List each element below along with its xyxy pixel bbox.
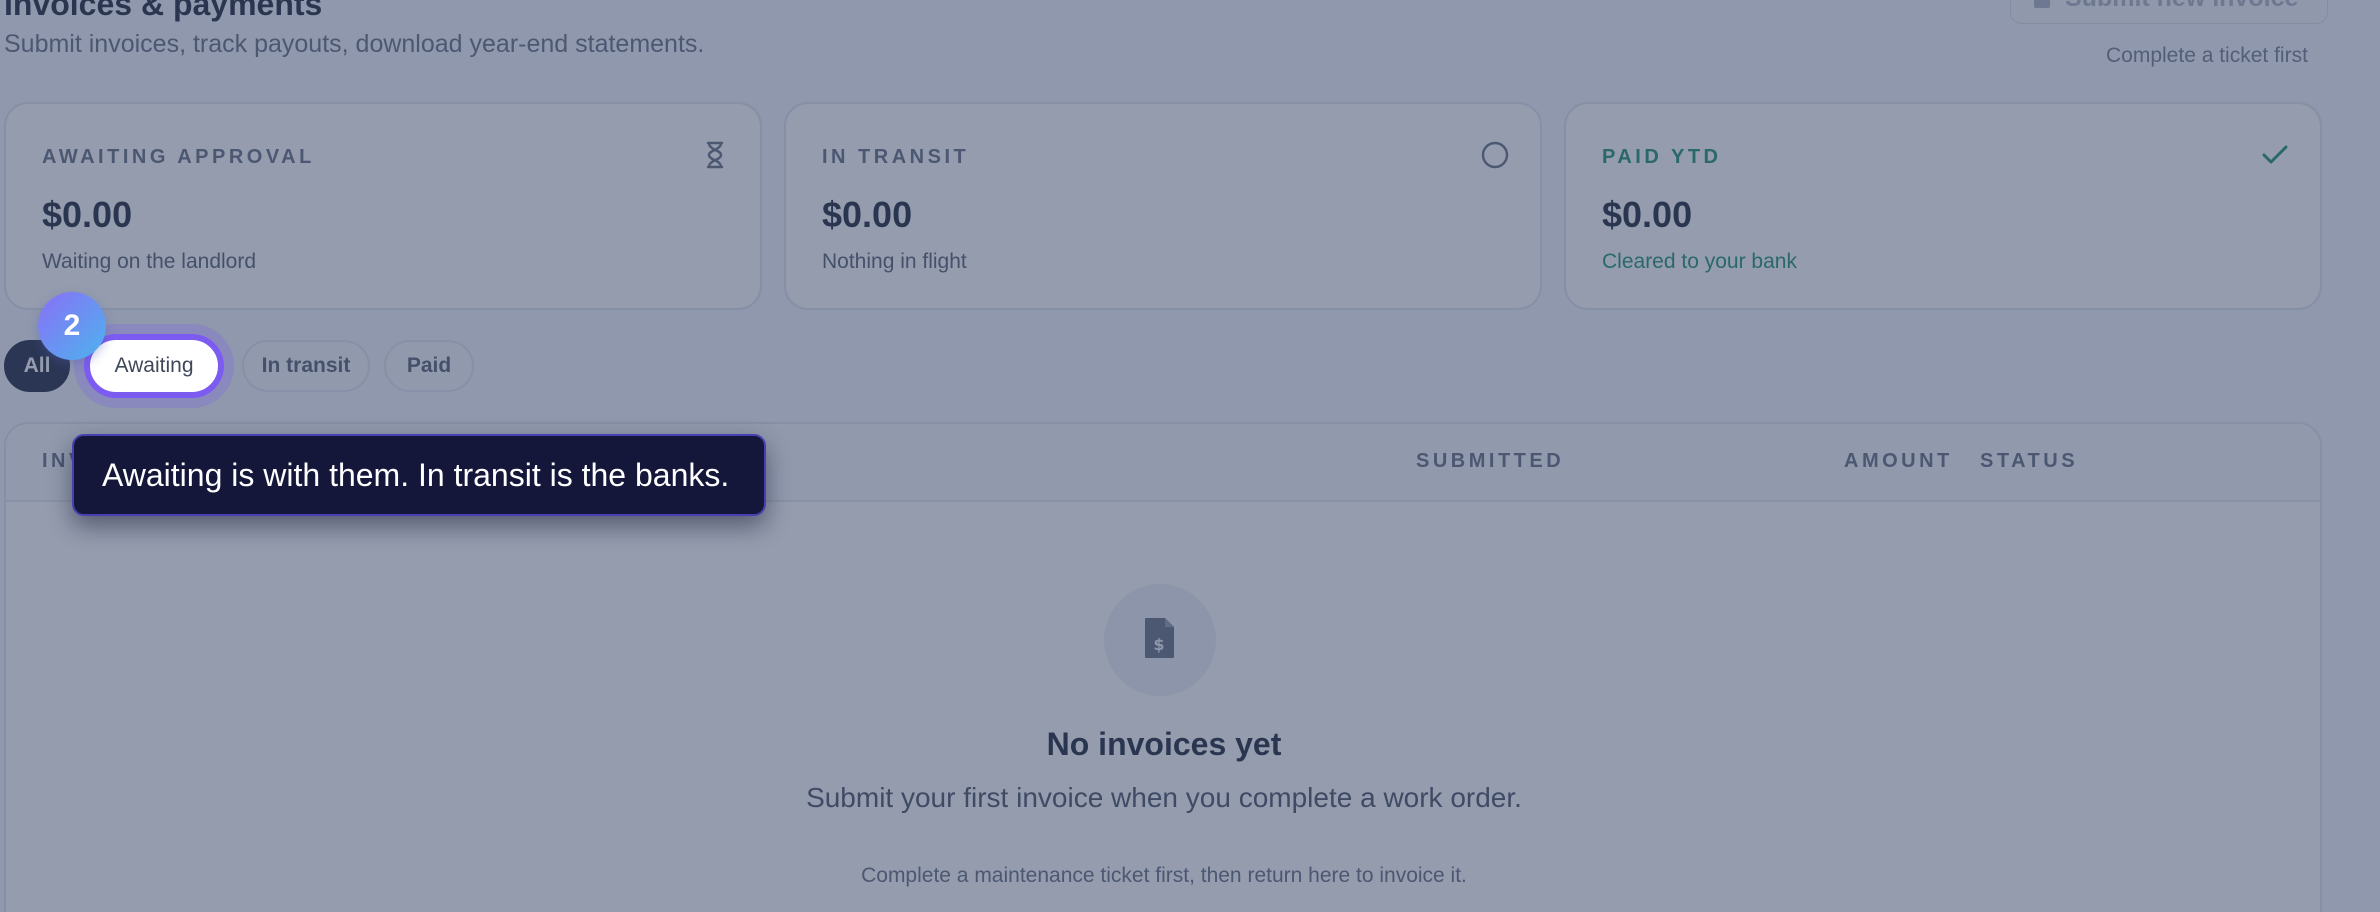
column-submitted[interactable]: SUBMITTED	[1416, 450, 1564, 473]
card-in-transit: IN TRANSIT $0.00 Nothing in flight	[784, 102, 1542, 310]
empty-state-subtitle: Submit your first invoice when you compl…	[806, 782, 1522, 813]
card-note: Waiting on the landlord	[42, 250, 257, 273]
filter-awaiting[interactable]: Awaiting	[90, 340, 218, 392]
invoice-dollar-icon: $	[1143, 616, 1177, 665]
empty-state-title: No invoices yet	[1046, 726, 1282, 762]
filter-paid[interactable]: Paid	[384, 340, 474, 392]
empty-state-icon-circle: $	[1104, 584, 1216, 696]
card-note: Nothing in flight	[822, 250, 967, 273]
card-label: IN TRANSIT	[822, 146, 970, 168]
hourglass-icon	[700, 140, 730, 170]
submit-new-invoice-button[interactable]: Submit new invoice	[2010, 0, 2328, 24]
filter-in-transit[interactable]: In transit	[242, 340, 370, 392]
card-label: PAID YTD	[1602, 146, 1722, 168]
column-status[interactable]: STATUS	[1980, 450, 2078, 473]
tour-step-badge: 2	[38, 292, 106, 360]
check-icon	[2260, 140, 2290, 170]
card-note: Cleared to your bank	[1602, 250, 1797, 273]
submit-new-invoice-label: Submit new invoice	[2065, 0, 2298, 13]
receipt-icon	[2033, 0, 2051, 9]
card-label: AWAITING APPROVAL	[42, 146, 315, 168]
card-awaiting-approval: AWAITING APPROVAL $0.00 Waiting on the l…	[4, 102, 762, 310]
page-title: Invoices & payments	[4, 0, 323, 22]
card-value: $0.00	[822, 194, 913, 235]
column-amount[interactable]: AMOUNT	[1844, 450, 1953, 473]
card-value: $0.00	[42, 194, 133, 235]
invoices-page: Invoices & payments Submit invoices, tra…	[0, 0, 2380, 912]
submit-hint: Complete a ticket first	[2106, 44, 2308, 67]
page-subtitle: Submit invoices, track payouts, download…	[4, 30, 705, 58]
card-value: $0.00	[1602, 194, 1693, 235]
circle-icon	[1480, 140, 1510, 170]
card-paid-ytd: PAID YTD $0.00 Cleared to your bank	[1564, 102, 2322, 310]
tour-spotlight: Awaiting	[90, 340, 218, 392]
tour-tooltip: Awaiting is with them. In transit is the…	[72, 434, 766, 516]
svg-text:$: $	[1153, 635, 1164, 654]
empty-state-hint: Complete a maintenance ticket first, the…	[861, 864, 1467, 887]
